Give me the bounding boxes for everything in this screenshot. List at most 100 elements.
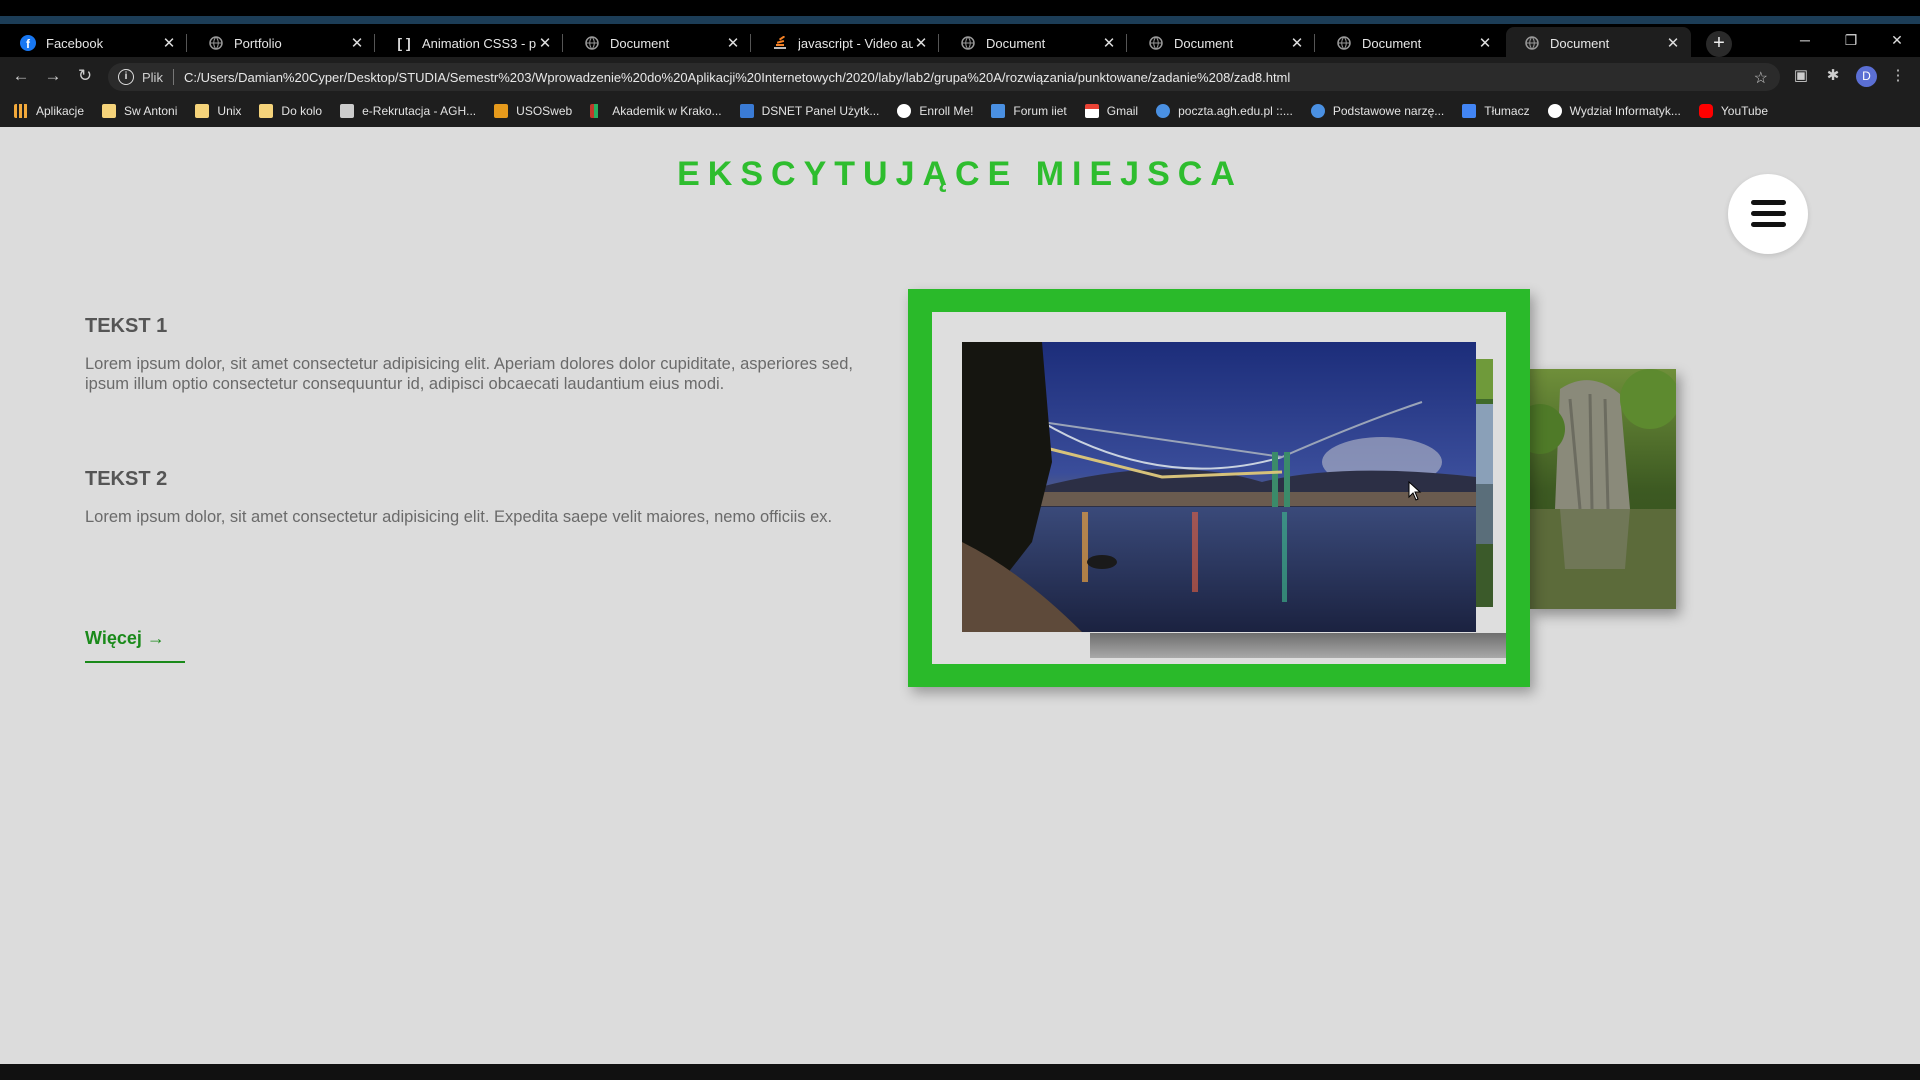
bookmark-item[interactable]: Forum iiet bbox=[991, 104, 1067, 118]
tab-title: Document bbox=[1174, 35, 1234, 51]
tools-icon bbox=[1310, 104, 1325, 118]
tab-facebook[interactable]: f Facebook ✕ bbox=[2, 27, 187, 59]
bookmark-item[interactable]: Unix bbox=[195, 104, 241, 118]
text-section-2: TEKST 2 Lorem ipsum dolor, sit amet cons… bbox=[85, 468, 853, 527]
forest-lake-photo[interactable] bbox=[1530, 369, 1676, 609]
bookmark-item[interactable]: Akademik w Krako... bbox=[590, 104, 722, 118]
bookmark-item[interactable]: YouTube bbox=[1698, 104, 1768, 118]
close-icon[interactable]: ✕ bbox=[725, 34, 741, 52]
restore-icon[interactable]: ❐ bbox=[1828, 26, 1874, 54]
enroll-icon bbox=[897, 104, 912, 118]
folder-icon bbox=[195, 104, 210, 118]
close-window-icon[interactable]: ✕ bbox=[1874, 26, 1920, 54]
bookmark-item[interactable]: Do kolo bbox=[259, 104, 322, 118]
dsnet-icon bbox=[739, 104, 754, 118]
faculty-icon bbox=[1547, 104, 1562, 118]
tab-portfolio[interactable]: Portfolio ✕ bbox=[190, 27, 375, 59]
globe-icon bbox=[1336, 35, 1352, 51]
tab-document-active[interactable]: Document ✕ bbox=[1506, 27, 1691, 59]
text-section-1: TEKST 1 Lorem ipsum dolor, sit amet cons… bbox=[85, 315, 853, 394]
tab-title: Facebook bbox=[46, 35, 104, 51]
close-icon[interactable]: ✕ bbox=[1289, 34, 1305, 52]
tab-title: Document bbox=[610, 35, 670, 51]
reload-icon[interactable]: ↻ bbox=[74, 65, 96, 87]
globe-icon bbox=[960, 35, 976, 51]
forum-icon bbox=[991, 104, 1006, 118]
tab-title: Document bbox=[1362, 35, 1422, 51]
akademik-icon bbox=[590, 104, 605, 118]
taskbar-edge bbox=[0, 1064, 1920, 1080]
address-url[interactable]: C:/Users/Damian%20Cyper/Desktop/STUDIA/S… bbox=[184, 70, 1290, 85]
more-link[interactable]: Więcej → bbox=[85, 628, 185, 663]
section-heading: TEKST 2 bbox=[85, 468, 168, 490]
kebab-menu-icon[interactable]: ⋮ bbox=[1888, 66, 1908, 86]
bookmark-item[interactable]: Tłumacz bbox=[1462, 104, 1530, 118]
globe-icon bbox=[1524, 35, 1540, 51]
close-icon[interactable]: ✕ bbox=[537, 34, 553, 52]
close-icon[interactable]: ✕ bbox=[1665, 34, 1681, 52]
bookmark-item[interactable]: e-Rekrutacja - AGH... bbox=[340, 104, 476, 118]
info-icon[interactable]: i bbox=[118, 69, 134, 85]
close-icon[interactable]: ✕ bbox=[1477, 34, 1493, 52]
tab-animation-css3[interactable]: [ ] Animation CSS3 - przykł ✕ bbox=[378, 27, 563, 59]
bookmark-item[interactable]: Enroll Me! bbox=[897, 104, 973, 118]
new-tab-button[interactable]: + bbox=[1706, 31, 1732, 57]
folder-icon bbox=[259, 104, 274, 118]
globe-icon bbox=[1148, 35, 1164, 51]
globe-icon bbox=[208, 35, 224, 51]
address-bar[interactable]: i Plik C:/Users/Damian%20Cyper/Desktop/S… bbox=[108, 63, 1780, 91]
puzzle-extensions-icon[interactable]: ✱ bbox=[1823, 66, 1843, 86]
page-title: EKSCYTUJĄCE MIEJSCA bbox=[677, 155, 1243, 193]
globe-icon bbox=[584, 35, 600, 51]
hamburger-menu-button[interactable] bbox=[1728, 174, 1808, 254]
bookmark-item[interactable]: poczta.agh.edu.pl ::... bbox=[1156, 104, 1293, 118]
bookmark-item[interactable]: Sw Antoni bbox=[102, 104, 177, 118]
apps-grid-icon bbox=[14, 104, 28, 118]
minimize-icon[interactable]: ─ bbox=[1782, 26, 1828, 54]
tab-document-4[interactable]: Document ✕ bbox=[1318, 27, 1503, 59]
tab-document-1[interactable]: Document ✕ bbox=[566, 27, 751, 59]
mouse-cursor-icon bbox=[1408, 480, 1422, 506]
bookmark-item[interactable]: Aplikacje bbox=[14, 104, 84, 118]
gmail-icon bbox=[1084, 104, 1099, 118]
bookmark-star-icon[interactable]: ☆ bbox=[1754, 68, 1768, 88]
photo-shadow-card bbox=[1090, 633, 1506, 658]
close-icon[interactable]: ✕ bbox=[349, 34, 365, 52]
bookmark-item[interactable]: DSNET Panel Użytk... bbox=[739, 104, 879, 118]
stackoverflow-icon bbox=[772, 35, 788, 51]
browser-toolbar: ← → ↻ i Plik C:/Users/Damian%20Cyper/Des… bbox=[0, 57, 1920, 95]
tab-title: Document bbox=[986, 35, 1046, 51]
extension-icon[interactable]: ▣ bbox=[1791, 66, 1811, 86]
folder-icon bbox=[102, 104, 117, 118]
profile-avatar[interactable]: D bbox=[1856, 66, 1877, 87]
bookmark-item[interactable]: USOSweb bbox=[494, 104, 572, 118]
hamburger-icon bbox=[1751, 200, 1786, 205]
page-viewport: EKSCYTUJĄCE MIEJSCA TEKST 1 Lorem ipsum … bbox=[0, 127, 1920, 1064]
translate-icon bbox=[1462, 104, 1477, 118]
brackets-icon: [ ] bbox=[397, 35, 411, 51]
tab-title: Portfolio bbox=[234, 35, 282, 51]
window-top-edge bbox=[0, 16, 1920, 24]
close-icon[interactable]: ✕ bbox=[1101, 34, 1117, 52]
forward-arrow-icon[interactable]: → bbox=[42, 65, 64, 87]
tab-document-2[interactable]: Document ✕ bbox=[942, 27, 1127, 59]
tab-title: Animation CSS3 - przykł bbox=[422, 35, 537, 51]
section-heading: TEKST 1 bbox=[85, 315, 168, 337]
bridge-night-photo[interactable] bbox=[962, 342, 1476, 632]
bookmark-item[interactable]: Gmail bbox=[1084, 104, 1138, 118]
close-icon[interactable]: ✕ bbox=[913, 34, 929, 52]
browser-chrome: f Facebook ✕ Portfolio ✕ [ ] Animation C… bbox=[0, 0, 1920, 127]
tab-javascript-video[interactable]: javascript - Video auto ✕ bbox=[754, 27, 939, 59]
facebook-icon: f bbox=[20, 35, 36, 51]
youtube-icon bbox=[1698, 104, 1713, 118]
back-arrow-icon[interactable]: ← bbox=[10, 65, 32, 87]
section-body: Lorem ipsum dolor, sit amet consectetur … bbox=[85, 508, 833, 526]
tab-title: Document bbox=[1550, 35, 1610, 51]
tab-document-3[interactable]: Document ✕ bbox=[1130, 27, 1315, 59]
bookmark-item[interactable]: Podstawowe narzę... bbox=[1310, 104, 1444, 118]
close-icon[interactable]: ✕ bbox=[161, 34, 177, 52]
tab-strip: f Facebook ✕ Portfolio ✕ [ ] Animation C… bbox=[0, 24, 1920, 59]
bookmark-item[interactable]: Wydział Informatyk... bbox=[1547, 104, 1681, 118]
mail-icon bbox=[1156, 104, 1171, 118]
gallery-frame bbox=[908, 289, 1530, 687]
